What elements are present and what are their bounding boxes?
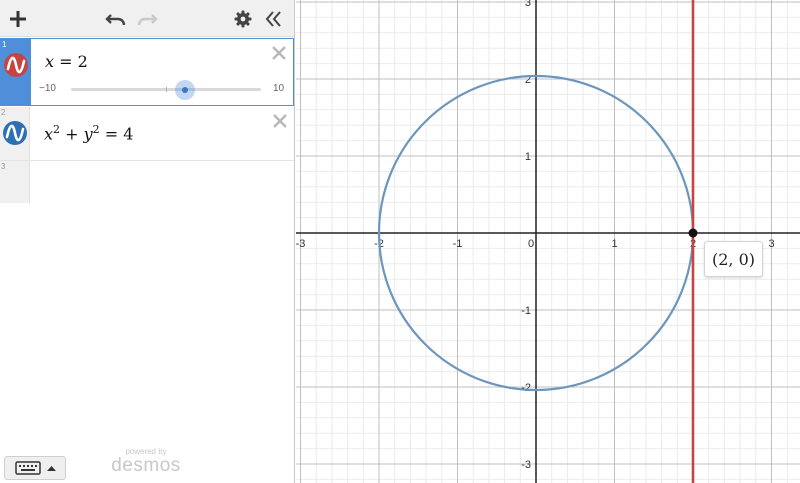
expression-tab[interactable]: 1 [1,39,31,105]
close-icon[interactable] [271,112,289,130]
expression-item-2[interactable]: 2 x2 + y2 = 4 [0,107,294,161]
x-tick-label: 0 [528,238,534,250]
undo-icon [105,14,126,26]
expression-item-1[interactable]: 1 x = 2 −10 10 [0,38,294,106]
expression-index: 1 [2,40,7,49]
x-tick-label: 3 [768,238,774,250]
collapse-panel-button[interactable] [261,6,287,32]
close-icon[interactable] [270,44,288,62]
term-2-base: y [83,124,93,144]
intersection-point[interactable] [688,228,698,238]
slider-zero-tick [166,87,167,92]
expression-lhs: x [45,52,55,71]
expression-op: = [104,124,119,144]
caret-up-icon [47,466,56,471]
plus-icon [10,11,26,27]
expression-math[interactable]: x = 2 [45,52,88,71]
y-tick-label: 3 [525,0,531,9]
x-tick-label: -3 [296,238,305,250]
redo-icon [137,14,158,26]
point-coordinate-label: (2, 0) [704,241,763,277]
gear-icon [234,10,252,28]
expression-index: 3 [1,162,6,171]
expression-op: = [59,52,73,71]
expression-toolbar [0,0,294,37]
plus-operator: + [65,124,79,144]
graph-settings-button[interactable] [230,6,256,32]
keyboard-icon [15,461,56,475]
x-tick-label: -1 [453,238,463,250]
term-1-base: x [44,124,54,144]
y-tick-label: -1 [521,305,531,317]
expression-tab[interactable]: 3 [0,161,30,203]
undo-button[interactable] [103,6,129,32]
expression-item-3-empty[interactable]: 3 [0,161,294,203]
keyboard-toggle-button[interactable] [4,456,66,480]
add-expression-button[interactable] [5,6,31,32]
redo-button[interactable] [134,6,160,32]
expression-rhs: 4 [123,124,134,144]
expression-index: 2 [1,108,6,117]
desmos-wordmark: desmos [111,455,181,476]
expression-rhs: 2 [77,52,88,71]
desmos-logo[interactable]: powered by desmos [110,447,182,476]
graph-wave-icon[interactable] [2,120,28,146]
expression-math[interactable]: x2 + y2 = 4 [44,123,133,143]
graph-wave-icon[interactable] [3,52,29,78]
double-chevron-left-icon [265,11,281,27]
slider-max-label[interactable]: 10 [273,83,284,94]
x-tick-label: 1 [611,238,617,250]
y-tick-label: -2 [521,382,531,394]
term-2-exponent: 2 [92,123,100,136]
expression-tab[interactable]: 2 [0,107,30,160]
point-coordinate-text: (2, 0) [711,249,755,269]
y-tick-label: -3 [521,459,531,471]
term-1-exponent: 2 [53,123,61,136]
slider-handle[interactable] [182,87,188,93]
expression-list-panel: 1 x = 2 −10 10 2 x2 + y2 = 4 3 powered b… [0,0,295,483]
slider-min-label[interactable]: −10 [39,83,56,94]
y-tick-label: 1 [525,151,531,163]
